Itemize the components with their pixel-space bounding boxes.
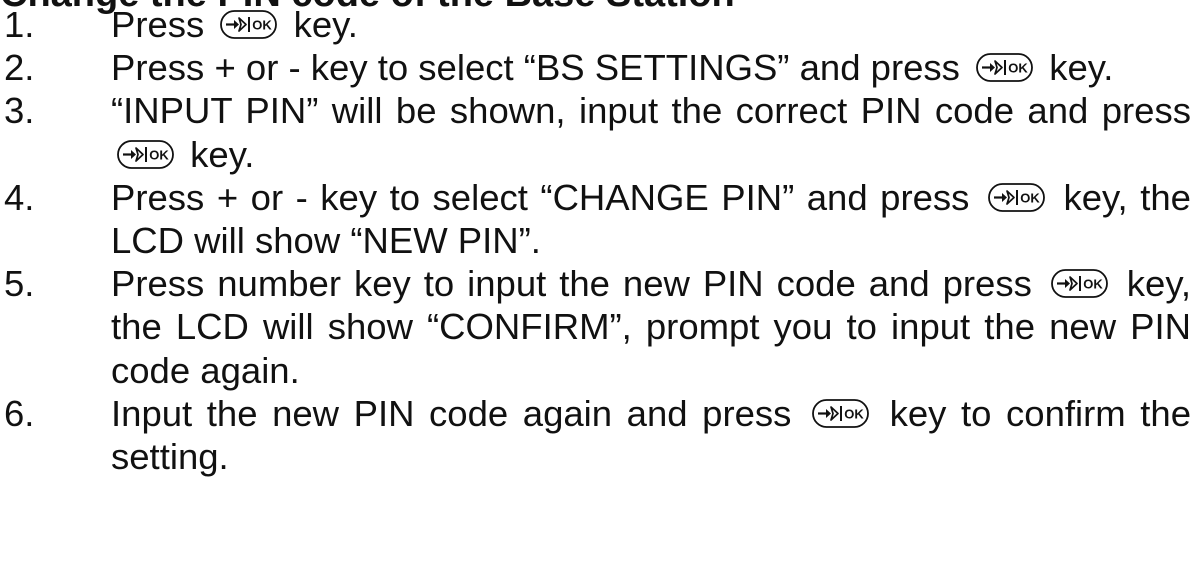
step-item: 6. Input the new PIN code again and pres… xyxy=(0,392,1201,478)
steps-list: 1. Press OK key. 2. Press + or - key to … xyxy=(0,3,1201,478)
step-text: Press xyxy=(111,4,205,45)
step-item: 1. Press OK key. xyxy=(0,3,1201,46)
step-text: Press number key to input the new PIN co… xyxy=(111,263,1032,305)
arrow-ok-key-icon: OK xyxy=(988,182,1045,212)
step-item: 2. Press + or - key to select “BS SETTIN… xyxy=(0,46,1201,89)
step-text-tail: key. xyxy=(1049,47,1114,89)
svg-text:OK: OK xyxy=(1008,61,1028,76)
arrow-ok-key-icon: OK xyxy=(812,398,869,428)
step-text: “INPUT PIN” will be shown, input the cor… xyxy=(111,90,1191,132)
step-number: 3. xyxy=(4,90,35,132)
step-text-tail: key. xyxy=(190,133,255,175)
step-item: 3. “INPUT PIN” will be shown, input the … xyxy=(0,89,1201,175)
step-number: 5. xyxy=(4,263,35,305)
svg-text:OK: OK xyxy=(1020,190,1040,205)
step-item: 4. Press + or - key to select “CHANGE PI… xyxy=(0,176,1201,262)
arrow-ok-key-icon: OK xyxy=(976,53,1033,83)
svg-text:OK: OK xyxy=(253,18,273,33)
step-number: 2. xyxy=(4,47,35,89)
svg-text:OK: OK xyxy=(844,406,864,421)
step-text: Input the new PIN code again and press xyxy=(111,392,792,434)
arrow-ok-key-icon: OK xyxy=(1050,269,1108,299)
step-number: 1. xyxy=(4,4,35,45)
svg-text:OK: OK xyxy=(149,147,169,162)
step-text: Press + or - key to select “BS SETTINGS”… xyxy=(111,47,960,89)
step-text-tail: key. xyxy=(293,4,358,45)
svg-text:OK: OK xyxy=(1083,277,1103,292)
step-number: 6. xyxy=(4,392,35,434)
arrow-ok-key-icon: OK xyxy=(117,139,174,169)
step-number: 4. xyxy=(4,176,35,218)
step-item: 5. Press number key to input the new PIN… xyxy=(0,262,1201,392)
manual-page: Change the PIN code of the Base Station … xyxy=(0,0,1201,583)
arrow-ok-key-icon: OK xyxy=(220,10,278,39)
step-text: Press + or - key to select “CHANGE PIN” … xyxy=(111,176,970,218)
